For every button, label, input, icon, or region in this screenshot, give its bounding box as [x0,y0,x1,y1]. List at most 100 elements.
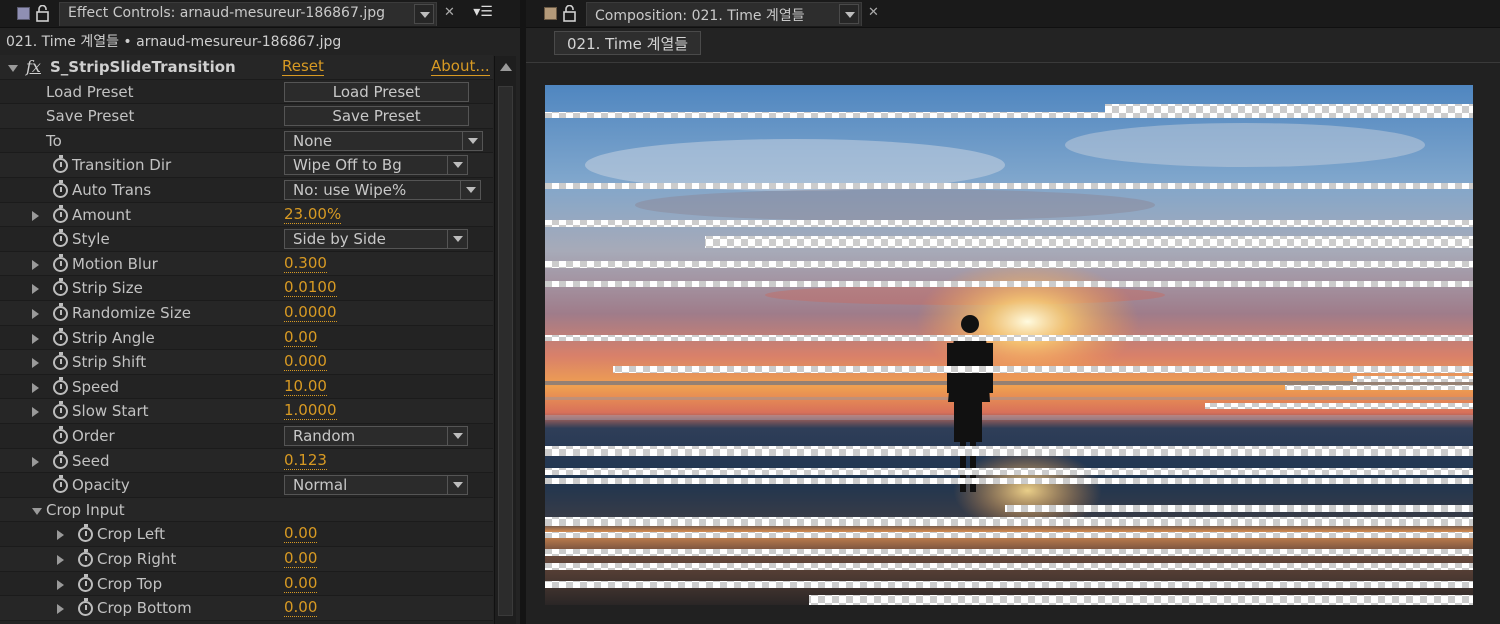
beach-sunset-image [545,85,1473,605]
composition-flowchart-tab[interactable]: 021. Time 계열들 [554,31,702,55]
effect-header-row[interactable]: fx S_StripSlideTransition Reset About... [0,55,493,80]
twirl-arrow-icon[interactable] [32,210,39,221]
stopwatch-icon[interactable] [53,450,68,469]
effect-controls-tab-label: Effect Controls: arnaud-mesureur-186867.… [68,5,385,21]
stopwatch-icon[interactable] [53,327,68,346]
stopwatch-icon[interactable] [78,598,93,617]
crop-bottom-value[interactable]: 0.00 [284,599,318,618]
strip-angle-value[interactable]: 0.00 [284,328,318,347]
crop-left-value[interactable]: 0.00 [284,525,318,544]
opacity-select[interactable]: Normal [284,475,468,496]
panel-menu-icon[interactable]: ▾☰ [468,4,498,24]
select-value: Random [293,427,356,445]
amount-value[interactable]: 23.00% [284,205,342,224]
twirl-arrow-icon[interactable] [57,555,64,565]
twirl-arrow-icon[interactable] [32,358,39,369]
row-seed: Seed 0.123 [0,448,493,474]
seed-value[interactable]: 0.123 [284,451,327,470]
strip-size-value[interactable]: 0.0100 [284,279,337,298]
composition-tab[interactable]: Composition: 021. Time 계열들 [586,2,862,26]
motion-blur-value[interactable]: 0.300 [284,254,327,273]
twirl-arrow-icon[interactable] [8,65,18,72]
twirl-arrow-icon[interactable] [32,309,39,319]
layer-breadcrumb: 021. Time 계열들 • arnaud-mesureur-186867.j… [6,34,342,50]
stopwatch-icon[interactable] [53,229,68,248]
twirl-arrow-icon[interactable] [57,579,64,590]
row-speed: Speed 10.00 [0,375,493,400]
fx-icon[interactable]: fx [26,57,41,76]
stopwatch-icon[interactable] [78,573,93,592]
property-label: Amount [72,205,131,224]
twirl-arrow-icon[interactable] [57,530,64,541]
stopwatch-icon[interactable] [53,426,68,444]
row-amount: Amount 23.00% [0,202,493,228]
twirl-arrow-icon[interactable] [32,284,39,295]
about-link[interactable]: About... [431,58,490,76]
order-select[interactable]: Random [284,426,468,446]
stopwatch-icon[interactable] [78,524,93,543]
auto-trans-select[interactable]: No: use Wipe% [284,180,481,200]
to-select[interactable]: None [284,130,483,151]
save-preset-button[interactable]: Save Preset [284,106,469,127]
tab-dropdown-button[interactable] [839,4,859,24]
style-select[interactable]: Side by Side [284,229,468,250]
stopwatch-icon[interactable] [53,475,68,494]
twirl-arrow-icon[interactable] [32,259,39,270]
close-icon[interactable]: ✕ [444,5,455,20]
stopwatch-icon[interactable] [53,155,68,174]
property-label: Speed [72,377,120,396]
select-value: None [293,131,333,150]
stopwatch-icon[interactable] [53,303,68,321]
stopwatch-icon[interactable] [53,253,68,272]
randomize-size-value[interactable]: 0.0000 [284,304,337,322]
transition-dir-select[interactable]: Wipe Off to Bg [284,155,468,176]
select-value: Wipe Off to Bg [293,156,402,175]
twirl-arrow-icon[interactable] [32,456,39,467]
twirl-arrow-icon[interactable] [32,333,39,344]
slow-start-value[interactable]: 1.0000 [284,402,337,421]
stopwatch-icon[interactable] [53,352,68,371]
effect-controls-tab[interactable]: Effect Controls: arnaud-mesureur-186867.… [59,2,437,26]
scroll-up-arrow-icon[interactable] [500,63,512,71]
row-order: Order Random [0,424,493,449]
stopwatch-icon[interactable] [53,376,68,395]
row-crop-bottom: Crop Bottom 0.00 [0,596,493,621]
panel-color-icon [17,7,30,20]
twirl-arrow-icon[interactable] [32,407,39,418]
property-label: Crop Bottom [97,599,192,618]
close-icon[interactable]: ✕ [868,5,879,20]
reset-link[interactable]: Reset [282,58,324,76]
twirl-arrow-icon[interactable] [32,507,42,515]
dropdown-arrow-icon [460,181,480,199]
stopwatch-icon[interactable] [53,401,68,420]
load-preset-button[interactable]: Load Preset [284,81,469,102]
property-label: Crop Left [97,525,165,544]
stopwatch-icon[interactable] [53,180,68,198]
crop-top-value[interactable]: 0.00 [284,574,318,593]
tab-dropdown-button[interactable] [414,4,434,24]
strip-shift-value[interactable]: 0.000 [284,353,327,372]
twirl-arrow-icon[interactable] [32,382,39,393]
row-motion-blur: Motion Blur 0.300 [0,251,493,277]
stopwatch-icon[interactable] [53,204,68,223]
row-strip-shift: Strip Shift 0.000 [0,350,493,375]
row-to: To None [0,129,493,154]
row-transition-dir: Transition Dir Wipe Off to Bg [0,153,493,178]
twirl-arrow-icon[interactable] [57,604,64,615]
property-label: Strip Size [72,279,143,298]
lock-icon[interactable] [35,5,51,22]
stopwatch-icon[interactable] [78,549,93,567]
row-strip-size: Strip Size 0.0100 [0,276,493,301]
composition-frame[interactable] [545,85,1473,605]
row-crop-input-group[interactable]: Crop Input [0,497,493,523]
select-value: No: use Wipe% [293,181,407,199]
effect-controls-tabbar: Effect Controls: arnaud-mesureur-186867.… [0,0,520,28]
crop-right-value[interactable]: 0.00 [284,550,318,568]
vertical-scrollbar[interactable] [494,56,516,624]
property-label: Crop Top [97,574,163,593]
scrollbar-thumb[interactable] [498,86,513,616]
lock-icon[interactable] [562,5,578,22]
speed-value[interactable]: 10.00 [284,377,327,396]
property-label: Opacity [72,476,130,495]
stopwatch-icon[interactable] [53,278,68,297]
